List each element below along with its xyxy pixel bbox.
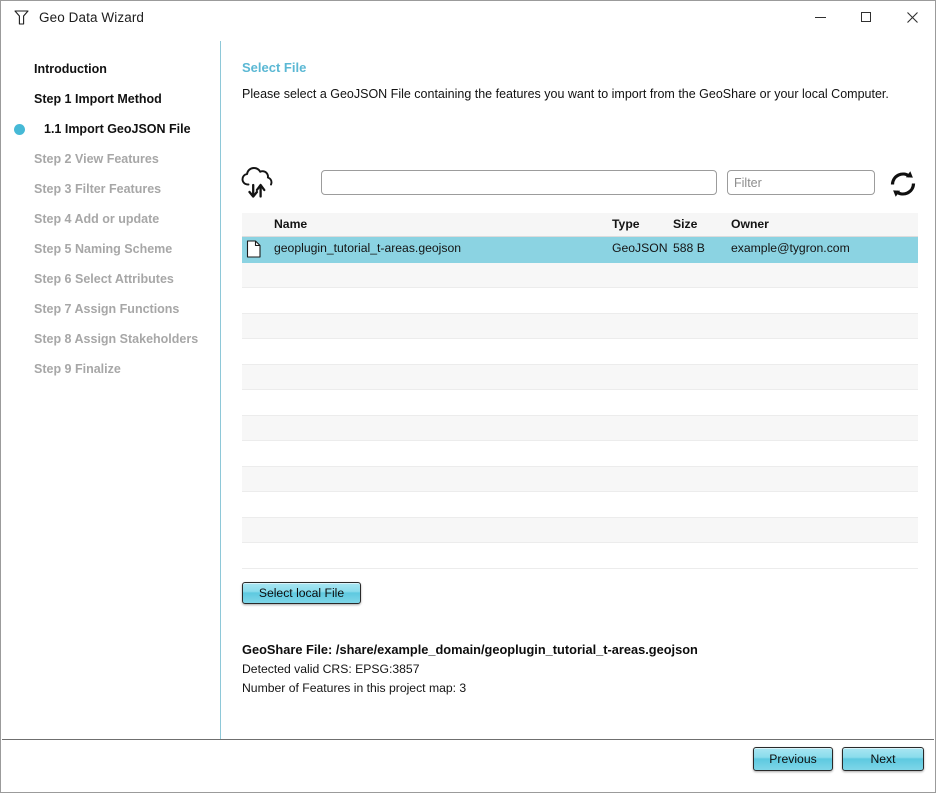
sidebar-item-step-4[interactable]: Step 4 Add or update [2, 207, 221, 231]
sidebar-item-introduction[interactable]: Introduction [2, 57, 221, 81]
sidebar-item-label: Step 9 Finalize [34, 362, 121, 376]
select-local-file-button[interactable]: Select local File [242, 582, 361, 604]
current-step-bullet-icon [14, 124, 25, 135]
cell-name: geoplugin_tutorial_t-areas.geojson [274, 241, 462, 255]
geo-data-wizard-window: Geo Data Wizard Introduction Step 1 Impo… [0, 0, 936, 793]
sidebar-item-label: Step 1 Import Method [34, 92, 162, 106]
column-header-type[interactable]: Type [612, 217, 640, 231]
sidebar-item-label: Step 2 View Features [34, 152, 159, 166]
sidebar-item-label: Step 8 Assign Stakeholders [34, 332, 199, 346]
cell-type: GeoJSON [612, 241, 668, 255]
table-row-empty[interactable] [242, 390, 918, 416]
geoshare-search-input[interactable] [321, 170, 717, 195]
previous-button[interactable]: Previous [753, 747, 833, 771]
table-row-empty[interactable] [242, 466, 918, 492]
sidebar-item-step-9[interactable]: Step 9 Finalize [2, 357, 221, 381]
table-row-empty[interactable] [242, 517, 918, 543]
sidebar-item-label: Step 3 Filter Features [34, 182, 162, 196]
next-button[interactable]: Next [842, 747, 924, 771]
geoshare-file-path: /share/example_domain/geoplugin_tutorial… [335, 642, 698, 657]
table-row-empty[interactable] [242, 313, 918, 339]
table-row-empty[interactable] [242, 441, 918, 467]
file-info-block: GeoShare File: /share/example_domain/geo… [242, 642, 698, 695]
file-document-icon [246, 240, 262, 258]
geoshare-file-line: GeoShare File: /share/example_domain/geo… [242, 642, 698, 657]
filter-input[interactable] [727, 170, 875, 195]
column-header-name[interactable]: Name [274, 217, 307, 231]
sidebar-item-step-6[interactable]: Step 6 Select Attributes [2, 267, 221, 291]
page-description: Please select a GeoJSON File containing … [242, 87, 889, 101]
table-row-empty[interactable] [242, 364, 918, 390]
page-title: Select File [242, 60, 307, 75]
sidebar-item-step-1[interactable]: Step 1 Import Method [2, 87, 221, 111]
feature-count-line: Number of Features in this project map: … [242, 681, 467, 695]
footer-bar: Previous Next [2, 739, 934, 791]
sidebar-item-step-7[interactable]: Step 7 Assign Functions [2, 297, 221, 321]
sidebar-item-label: Step 5 Naming Scheme [34, 242, 173, 256]
close-icon [906, 11, 918, 23]
sidebar-item-step-2[interactable]: Step 2 View Features [2, 147, 221, 171]
table-row-empty[interactable] [242, 415, 918, 441]
title-bar: Geo Data Wizard [1, 1, 935, 33]
file-browser-toolbar [221, 162, 936, 207]
table-row-empty[interactable] [242, 492, 918, 518]
tygron-logo-icon [11, 7, 31, 27]
maximize-icon [861, 12, 871, 22]
sidebar-item-label: Introduction [34, 62, 107, 76]
sidebar-item-step-1-1[interactable]: 1.1 Import GeoJSON File [2, 117, 221, 141]
table-row-empty[interactable] [242, 262, 918, 288]
table-row-empty[interactable] [242, 288, 918, 314]
sidebar-item-label: Step 4 Add or update [34, 212, 160, 226]
refresh-icon[interactable] [887, 167, 919, 201]
close-button[interactable] [889, 1, 935, 33]
sidebar-item-label: Step 6 Select Attributes [34, 272, 174, 286]
cell-owner: example@tygron.com [731, 241, 850, 255]
sidebar-item-step-5[interactable]: Step 5 Naming Scheme [2, 237, 221, 261]
column-header-size[interactable]: Size [673, 217, 697, 231]
crs-line: Detected valid CRS: EPSG:3857 [242, 662, 420, 676]
table-header-row: Name Type Size Owner [242, 213, 918, 237]
minimize-icon [814, 16, 826, 18]
sidebar-item-step-8[interactable]: Step 8 Assign Stakeholders [2, 327, 221, 351]
wizard-steps-sidebar: Introduction Step 1 Import Method 1.1 Im… [2, 41, 221, 742]
cell-size: 588 B [673, 241, 705, 255]
sidebar-item-step-3[interactable]: Step 3 Filter Features [2, 177, 221, 201]
window-title: Geo Data Wizard [39, 9, 145, 25]
geoshare-file-label: GeoShare File: [242, 642, 333, 657]
sidebar-item-label: Step 7 Assign Functions [34, 302, 180, 316]
table-row-empty[interactable] [242, 339, 918, 365]
minimize-button[interactable] [797, 1, 843, 33]
maximize-button[interactable] [843, 1, 889, 33]
sidebar-item-label: 1.1 Import GeoJSON File [44, 122, 191, 136]
main-panel: Select File Please select a GeoJSON File… [221, 41, 934, 740]
cloud-transfer-icon[interactable] [237, 165, 277, 203]
table-row[interactable]: geoplugin_tutorial_t-areas.geojson GeoJS… [242, 237, 918, 263]
column-header-owner[interactable]: Owner [731, 217, 769, 231]
table-row-empty[interactable] [242, 543, 918, 569]
geoshare-file-table: Name Type Size Owner geoplugin_tutorial_… [242, 213, 918, 569]
